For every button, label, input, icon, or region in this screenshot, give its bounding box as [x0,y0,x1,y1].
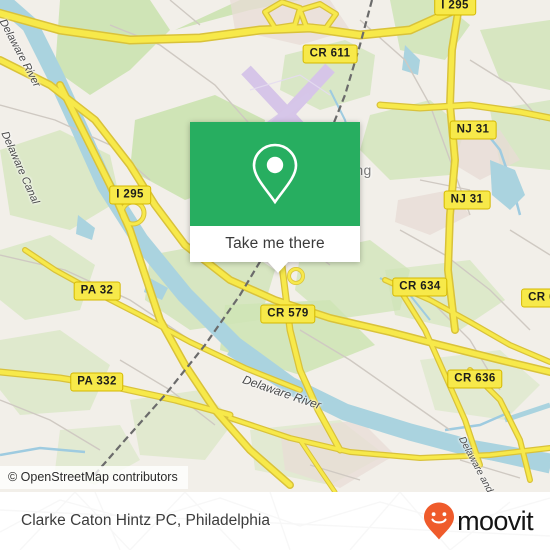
road-shield-i-295-top: I 295 [434,0,476,16]
road-shield-pa-32: PA 32 [73,281,121,301]
moovit-brand[interactable]: moovit [422,501,534,541]
popup-pointer [267,261,289,273]
osm-attribution[interactable]: © OpenStreetMap contributors [0,466,188,489]
road-shield-cr-6: CR 6 [521,288,550,308]
moovit-wordmark: moovit [457,505,534,536]
road-shield-cr-634: CR 634 [392,277,448,297]
footer-bar: Clarke Caton Hintz PC, Philadelphia moov… [0,492,550,550]
destination-popup[interactable]: Take me there [190,122,360,273]
map-pin-icon [252,143,298,205]
popup-header [190,122,360,226]
road-shield-cr-636: CR 636 [447,369,503,389]
road-shield-cr-611: CR 611 [302,44,358,64]
road-shield-nj-31-upper: NJ 31 [449,120,497,140]
map-canvas[interactable]: CR 611 I 295 NJ 31 NJ 31 I 295 PA 32 CR … [0,0,550,492]
road-shield-pa-332: PA 332 [70,372,124,392]
moovit-pin-icon [424,502,455,540]
popup-action[interactable]: Take me there [190,226,360,262]
take-me-there-label: Take me there [225,235,325,252]
location-title: Clarke Caton Hintz PC, Philadelphia [21,512,270,529]
road-shield-i-295-left: I 295 [109,185,151,205]
road-shield-cr-579: CR 579 [260,304,316,324]
road-shield-nj-31-lower: NJ 31 [443,190,491,210]
moovit-map-screenshot: CR 611 I 295 NJ 31 NJ 31 I 295 PA 32 CR … [0,0,550,550]
